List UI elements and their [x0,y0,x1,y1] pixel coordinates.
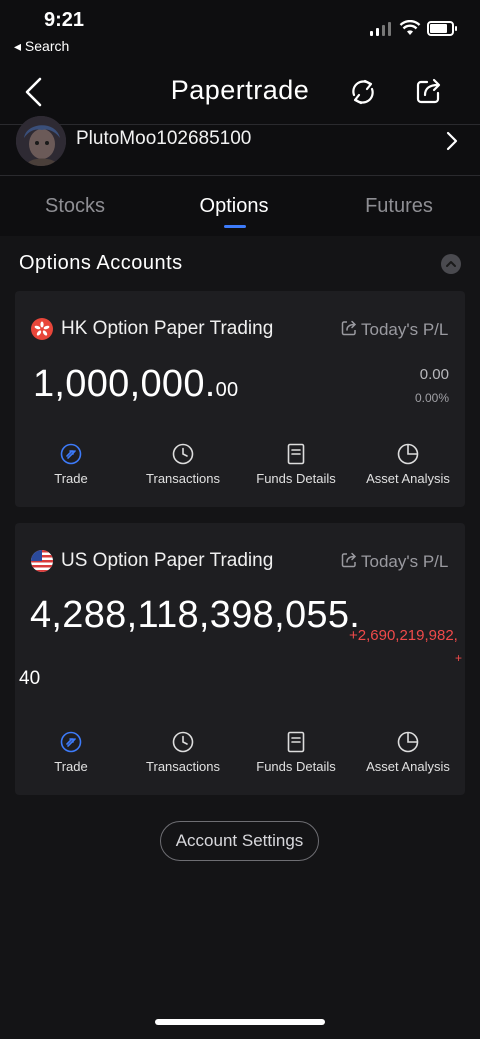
asset-analysis-label: Asset Analysis [366,759,450,774]
asset-analysis-label: Asset Analysis [366,471,450,486]
pl-value: +2,690,219,982, [349,627,458,644]
status-time: 9:21 [44,9,85,31]
pl-value: 0.00 [419,366,449,383]
wifi-icon [399,20,421,35]
asset-analysis-button[interactable]: Asset Analysis [352,731,464,774]
collapse-button[interactable] [441,254,461,274]
home-indicator[interactable] [155,1019,325,1025]
tab-futures[interactable]: Futures [319,195,479,218]
external-link-icon[interactable] [341,552,357,568]
hk-flag-icon [31,318,53,340]
cellular-signal-icon [370,22,391,36]
divider [0,124,480,125]
transactions-label: Transactions [146,471,220,486]
account-name: HK Option Paper Trading [61,318,274,339]
balance-cents: 40 [19,668,41,689]
section-title: Options Accounts [19,252,183,274]
trade-button[interactable]: Trade [15,443,127,486]
trade-icon [60,443,82,465]
battery-icon [427,21,457,36]
tab-options[interactable]: Options [154,195,314,218]
funds-details-label: Funds Details [256,471,336,486]
funds-details-button[interactable]: Funds Details [240,731,352,774]
todays-pl-label[interactable]: Today's P/L [361,552,448,572]
us-flag-icon [31,550,53,572]
document-icon [287,731,305,753]
balance-cents: 00 [215,379,239,401]
funds-details-label: Funds Details [256,759,336,774]
back-to-search-link[interactable]: ◂ Search [14,38,69,55]
username[interactable]: PlutoMoo102685100 [76,128,251,150]
account-settings-button[interactable]: Account Settings [160,821,319,861]
account-name: US Option Paper Trading [61,550,274,571]
trade-label: Trade [54,471,88,486]
tab-stocks[interactable]: Stocks [0,195,155,218]
transactions-label: Transactions [146,759,220,774]
refresh-icon[interactable] [348,77,378,107]
asset-analysis-button[interactable]: Asset Analysis [352,443,464,486]
transactions-button[interactable]: Transactions [127,731,239,774]
external-link-icon[interactable] [341,320,357,336]
trade-button[interactable]: Trade [15,731,127,774]
divider [0,175,480,176]
balance-main: 1,000,000. [33,363,216,405]
trade-icon [60,731,82,753]
transactions-button[interactable]: Transactions [127,443,239,486]
pie-chart-icon [397,731,419,753]
avatar[interactable] [16,116,66,166]
pl-percent: 0.00% [414,391,449,405]
account-balance: 1,000,000.00 [33,363,238,406]
pie-chart-icon [397,443,419,465]
pl-percent: + [455,651,463,665]
active-tab-indicator [224,225,246,228]
document-icon [287,443,305,465]
balance-main: 4,288,118,398,055. [30,594,361,636]
share-icon[interactable] [414,76,444,106]
clock-icon [172,731,194,753]
todays-pl-label[interactable]: Today's P/L [361,320,448,340]
funds-details-button[interactable]: Funds Details [240,443,352,486]
chevron-up-icon [446,261,456,267]
page-title: Papertrade [170,75,310,105]
chevron-right-icon[interactable] [445,131,459,151]
clock-icon [172,443,194,465]
trade-label: Trade [54,759,88,774]
